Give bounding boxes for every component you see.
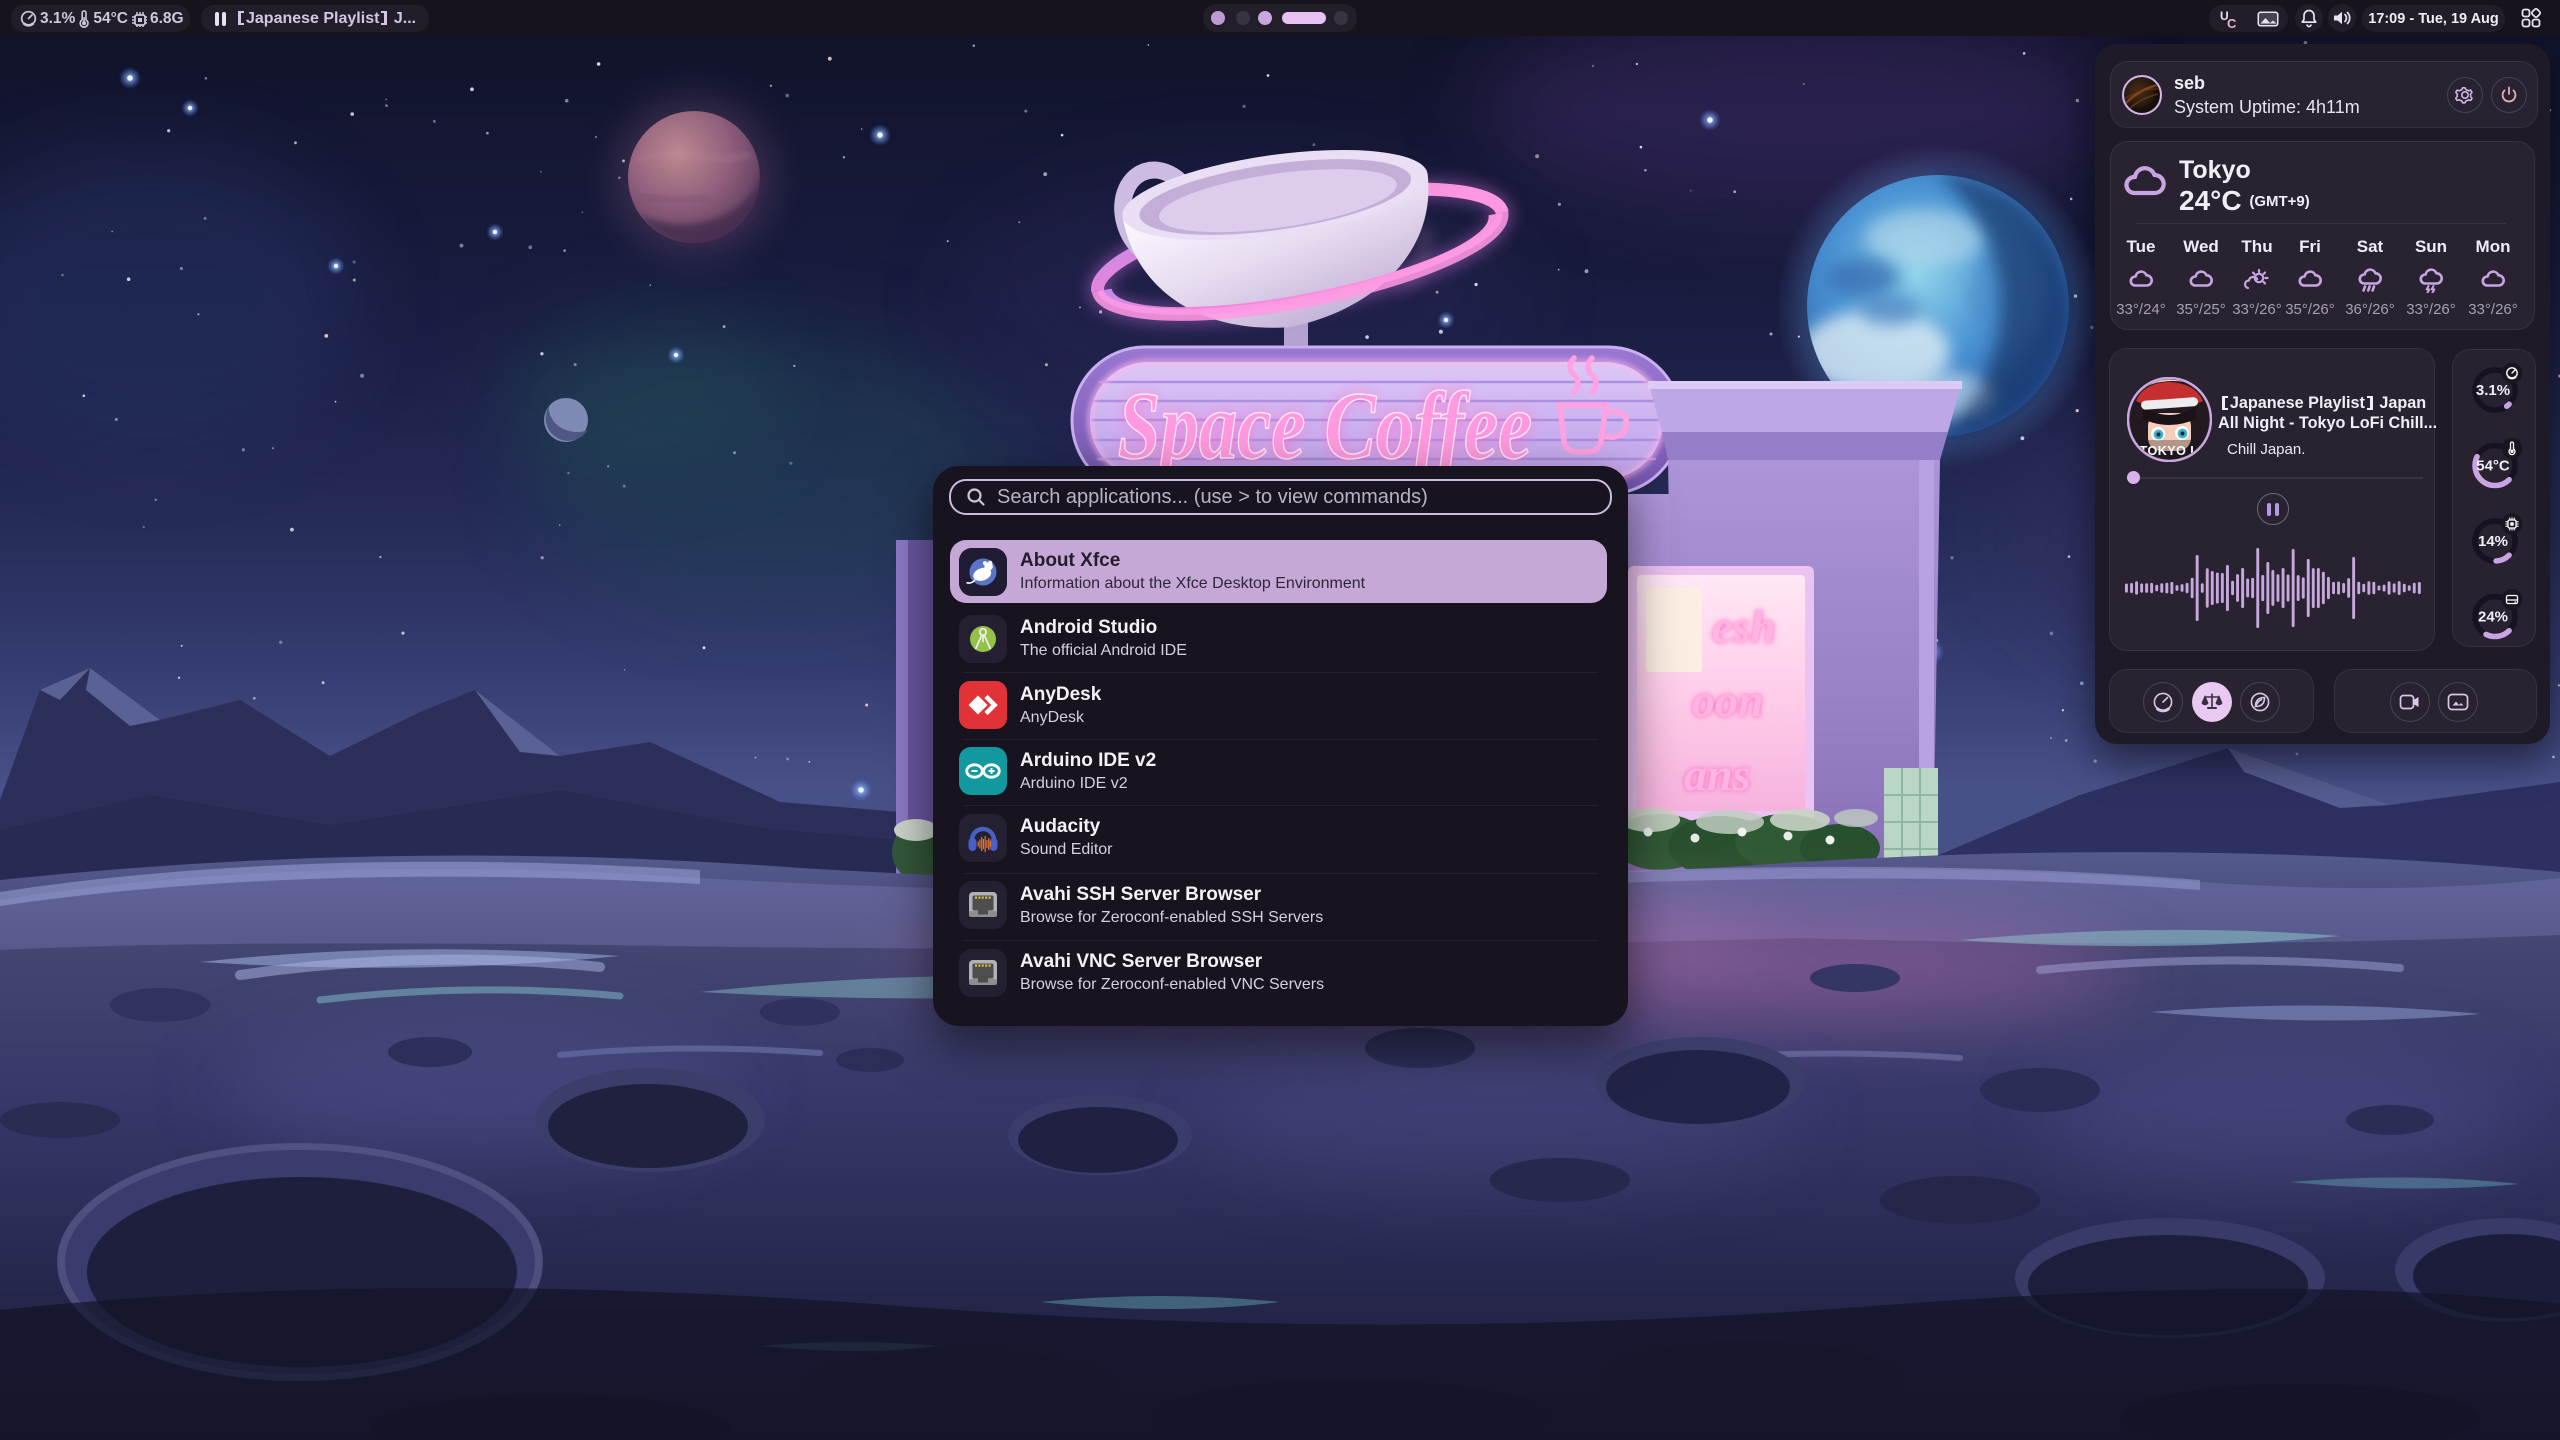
svg-text:C: C (2227, 16, 2237, 30)
svg-text:esh: esh (1712, 601, 1776, 652)
svg-text:ans: ans (1684, 749, 1750, 800)
svg-text:Space Coffee: Space Coffee (1118, 373, 1532, 479)
svg-text:54°C: 54°C (2476, 458, 2510, 475)
svg-text:24%: 24% (2478, 609, 2508, 626)
svg-text:oon: oon (1692, 675, 1764, 726)
svg-text:14%: 14% (2478, 533, 2508, 550)
svg-text:3.1%: 3.1% (2476, 382, 2510, 399)
